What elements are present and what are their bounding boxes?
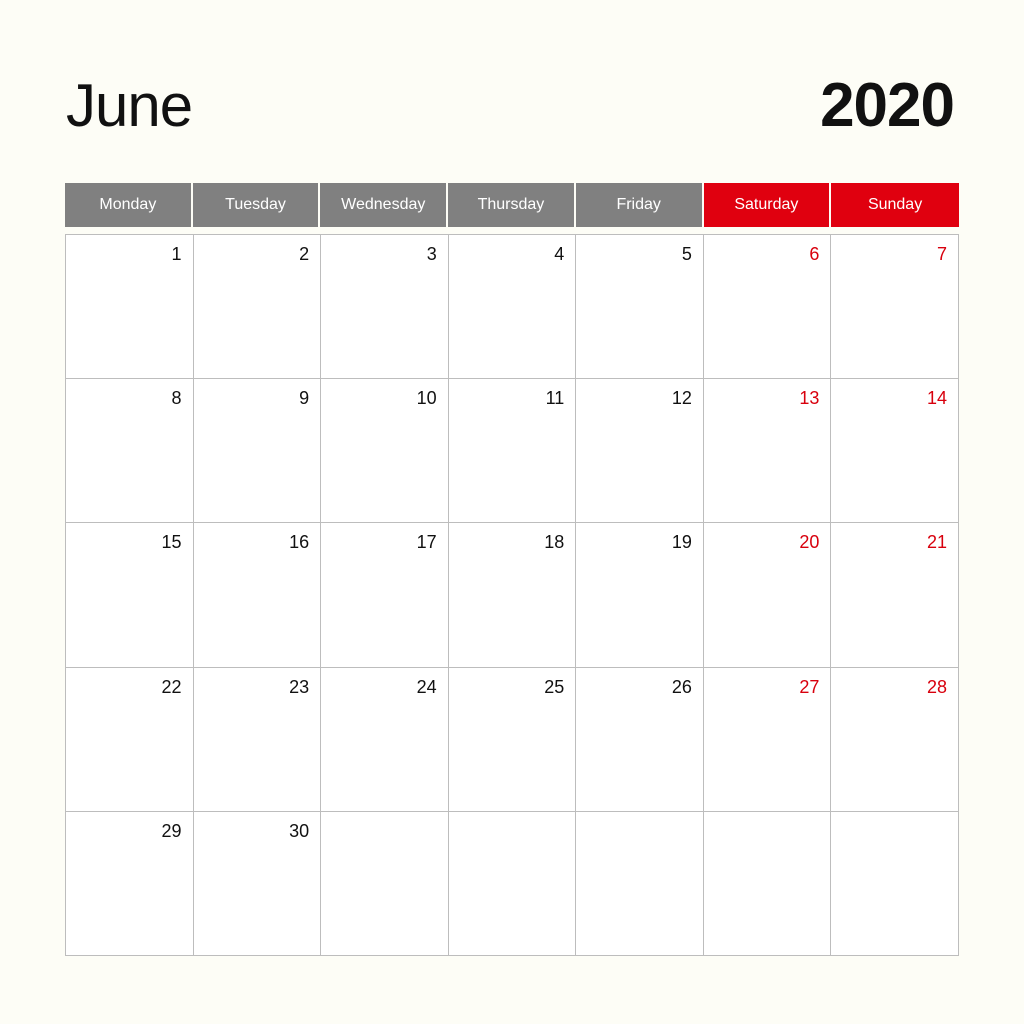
day-cell: 2 [193, 235, 322, 380]
empty-day-cell [576, 811, 704, 956]
year-title: 2020 [820, 71, 955, 140]
day-number: 23 [289, 676, 310, 697]
day-cell: 25 [448, 667, 577, 812]
day-number: 12 [671, 388, 692, 409]
day-number: 21 [926, 532, 947, 553]
day-number: 25 [544, 676, 565, 697]
day-cell: 24 [321, 667, 449, 812]
day-cell: 27 [703, 667, 832, 812]
day-cell: 13 [703, 379, 832, 524]
month-title: June [66, 72, 193, 139]
day-cell: 28 [831, 667, 959, 812]
day-cell: 3 [321, 235, 449, 380]
calendar-grid: 1 2 3 4 5 6 7 8 9 10 11 12 13 14 15 16 17 18 19 20 21 22 23 24 2… [65, 234, 959, 956]
day-cell: 26 [576, 667, 704, 812]
day-number: 22 [161, 676, 182, 697]
day-number: 28 [926, 676, 947, 697]
day-number: 20 [799, 532, 820, 553]
day-cell: 29 [66, 811, 194, 956]
day-cell: 20 [703, 523, 832, 668]
day-number: 24 [416, 676, 437, 697]
day-number: 8 [171, 388, 182, 409]
empty-day-cell [448, 811, 577, 956]
day-cell: 6 [703, 235, 832, 380]
day-number: 16 [289, 532, 310, 553]
day-cell: 1 [66, 235, 194, 380]
day-number: 1 [171, 244, 182, 264]
day-number: 26 [671, 676, 692, 697]
day-number: 5 [681, 244, 692, 264]
day-cell: 8 [66, 379, 194, 524]
weekday-header-monday: Monday [65, 183, 193, 227]
day-cell: 19 [576, 523, 704, 668]
day-number: 7 [936, 244, 947, 264]
day-number: 27 [799, 676, 820, 697]
day-cell: 7 [831, 235, 959, 380]
day-cell: 12 [576, 379, 704, 524]
day-cell: 9 [193, 379, 322, 524]
weekday-header-row: Monday Tuesday Wednesday Thursday Friday Satu… [65, 183, 959, 227]
day-cell: 15 [66, 523, 194, 668]
day-cell: 4 [448, 235, 577, 380]
day-number: 29 [161, 820, 182, 841]
day-number: 4 [554, 244, 565, 264]
day-cell: 30 [193, 811, 322, 956]
weekday-header-thursday: Thursday [448, 183, 576, 227]
empty-day-cell [831, 811, 959, 956]
day-number: 30 [289, 820, 310, 841]
day-cell: 18 [448, 523, 577, 668]
weekday-header-saturday: Saturday [703, 183, 832, 227]
day-cell: 14 [831, 379, 959, 524]
day-cell: 21 [831, 523, 959, 668]
day-number: 14 [926, 388, 947, 409]
day-number: 15 [161, 532, 182, 553]
day-cell: 22 [66, 667, 194, 812]
weekday-header-sunday: Sunday [831, 183, 959, 227]
day-number: 13 [799, 388, 820, 409]
empty-day-cell [703, 811, 832, 956]
empty-day-cell [321, 811, 449, 956]
day-number: 19 [671, 532, 692, 553]
day-number: 10 [416, 388, 437, 409]
day-cell: 11 [448, 379, 577, 524]
day-cell: 5 [576, 235, 704, 380]
day-cell: 16 [193, 523, 322, 668]
day-number: 6 [809, 244, 820, 264]
day-cell: 10 [321, 379, 449, 524]
day-number: 2 [299, 244, 310, 264]
day-cell: 23 [193, 667, 322, 812]
day-number: 11 [545, 388, 565, 409]
day-number: 3 [426, 244, 437, 264]
weekday-header-wednesday: Wednesday [320, 183, 449, 227]
weekday-header-tuesday: Tuesday [192, 183, 321, 227]
weekday-header-friday: Friday [575, 183, 704, 227]
day-number: 18 [544, 532, 565, 553]
day-number: 9 [299, 388, 310, 409]
day-cell: 17 [321, 523, 449, 668]
day-number: 17 [416, 532, 437, 553]
calendar-page: June 2020 Monday Tuesday Wednesday Thursday… [0, 0, 1024, 1024]
